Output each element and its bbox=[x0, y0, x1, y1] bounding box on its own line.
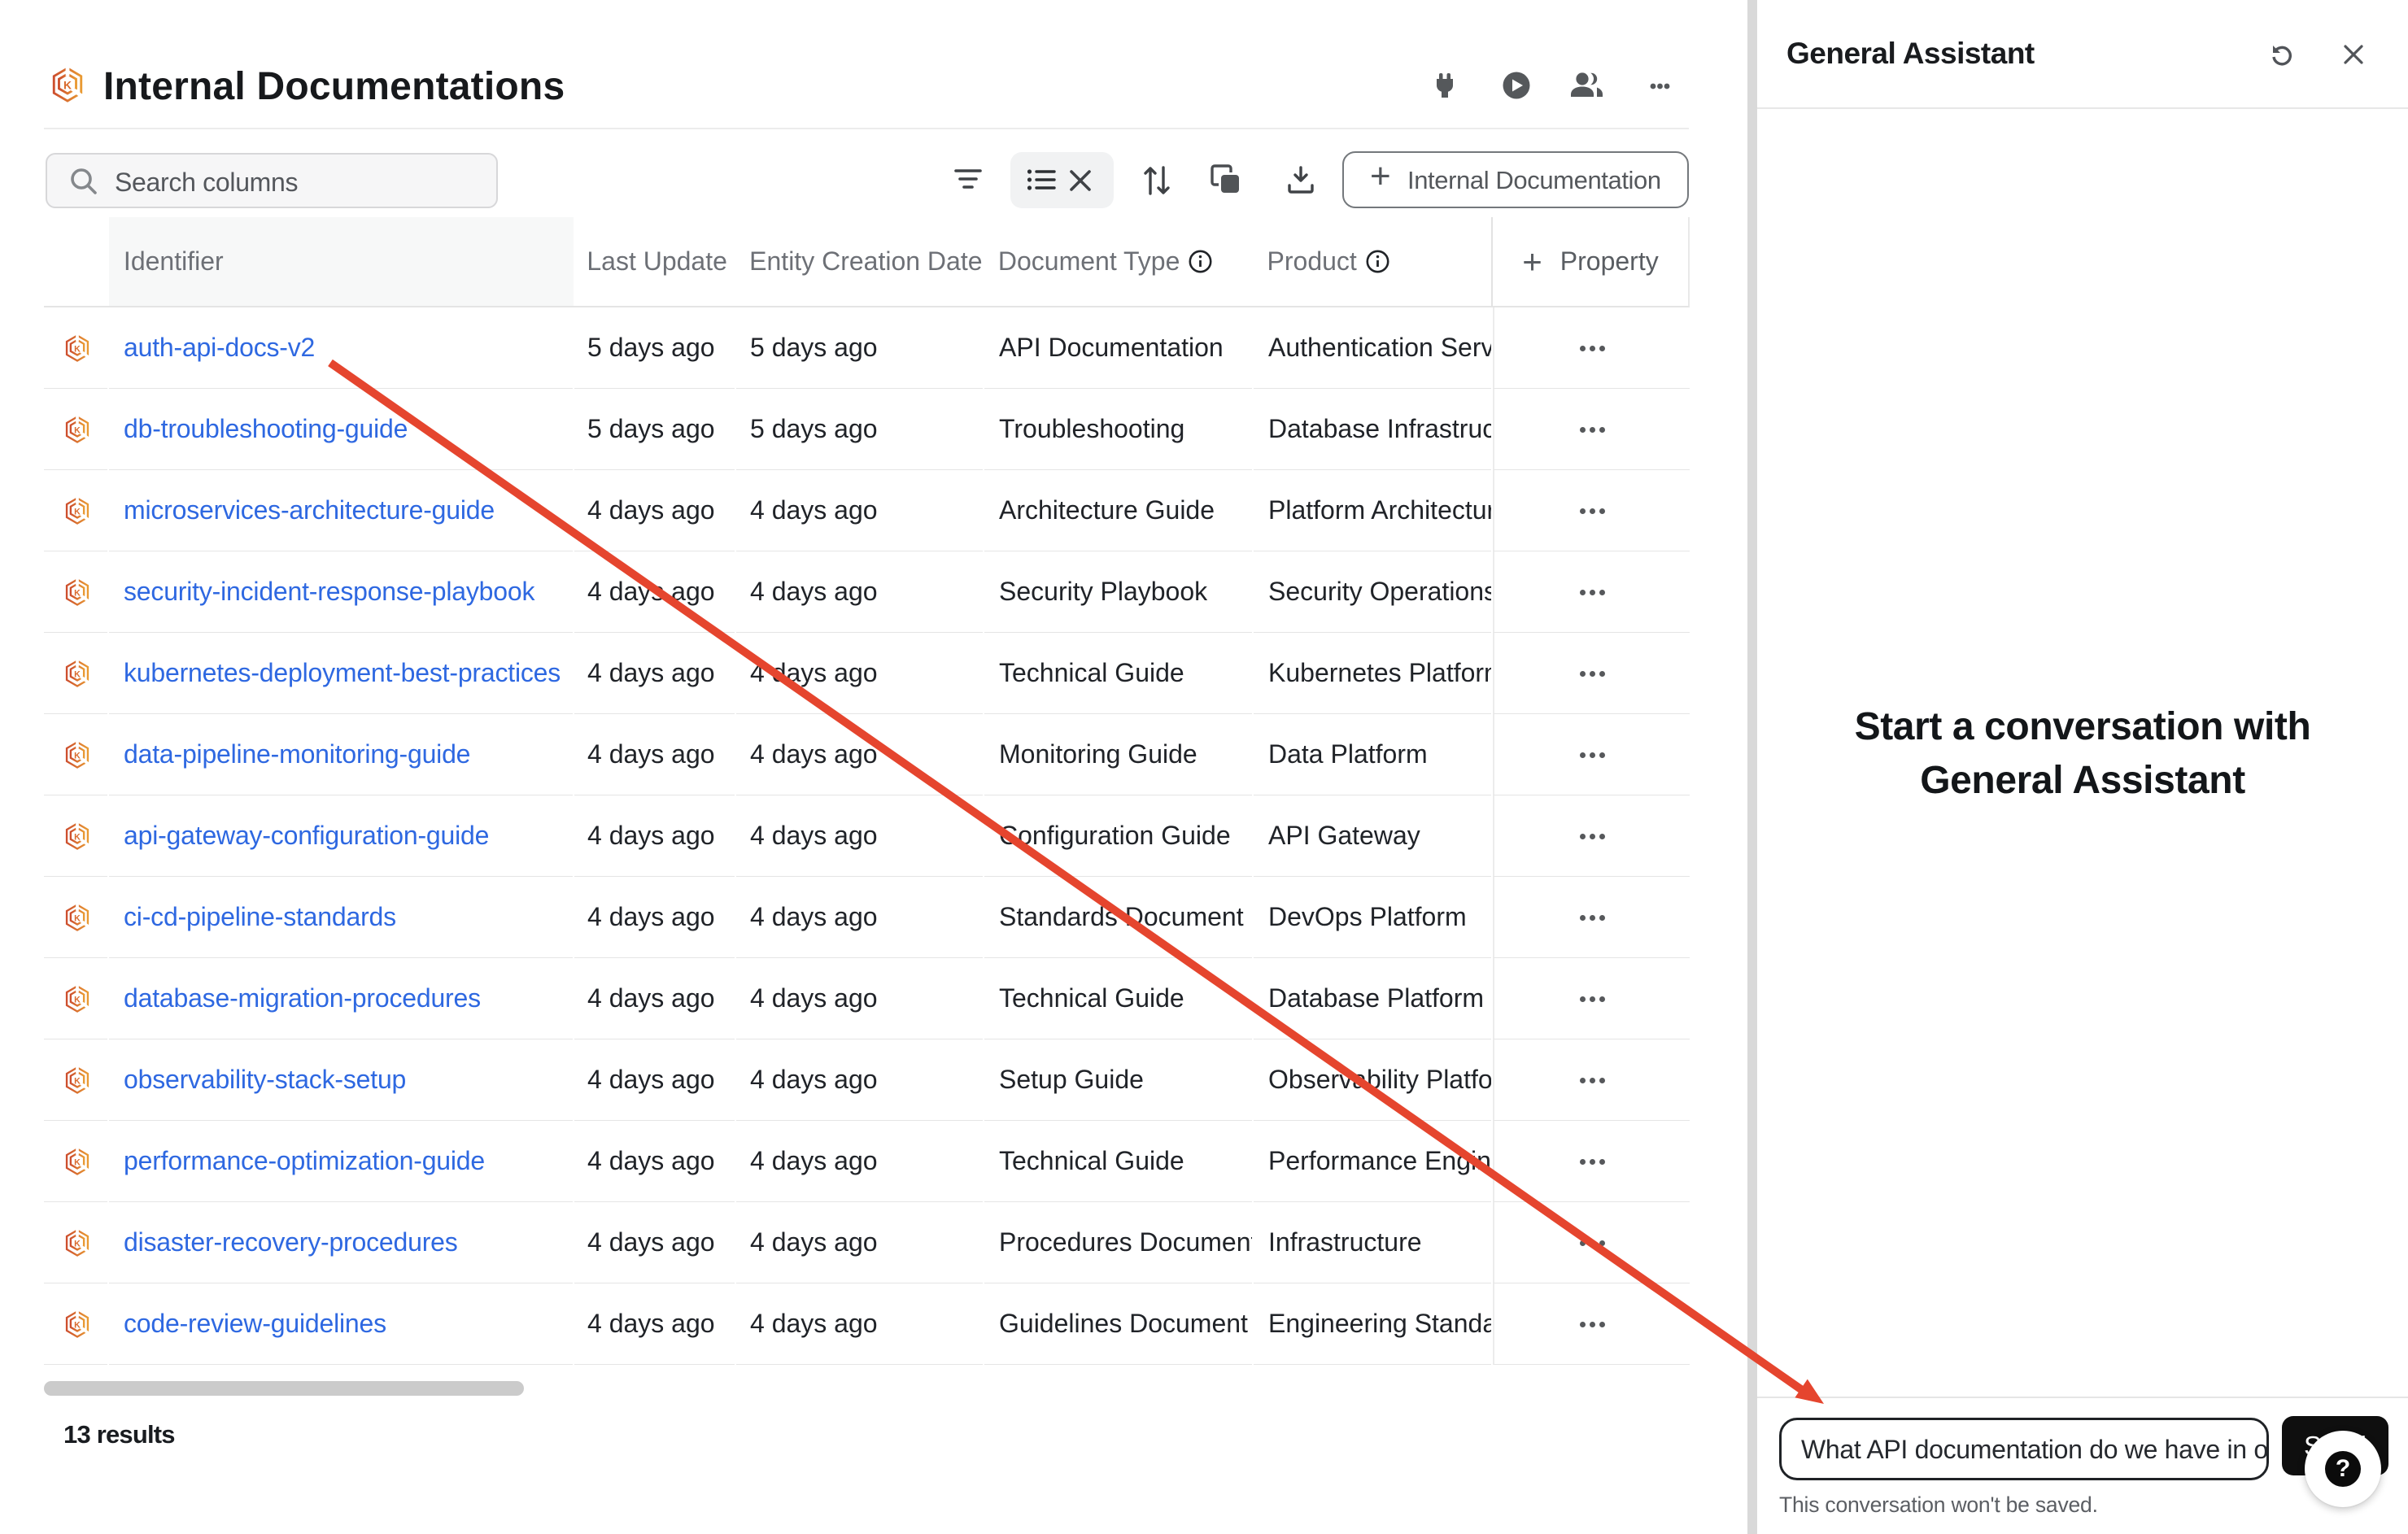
svg-text:K: K bbox=[74, 1157, 81, 1167]
svg-text:K: K bbox=[74, 751, 81, 760]
svg-text:K: K bbox=[74, 344, 81, 354]
svg-text:K: K bbox=[74, 507, 81, 516]
svg-text:K: K bbox=[74, 669, 81, 679]
svg-text:K: K bbox=[74, 588, 81, 598]
svg-text:K: K bbox=[74, 425, 81, 435]
svg-text:K: K bbox=[74, 995, 81, 1005]
svg-text:K: K bbox=[74, 913, 81, 923]
svg-text:K: K bbox=[74, 1239, 81, 1249]
svg-text:K: K bbox=[74, 1320, 81, 1330]
svg-text:K: K bbox=[74, 832, 81, 842]
svg-text:K: K bbox=[74, 1076, 81, 1086]
svg-text:K: K bbox=[63, 79, 72, 92]
